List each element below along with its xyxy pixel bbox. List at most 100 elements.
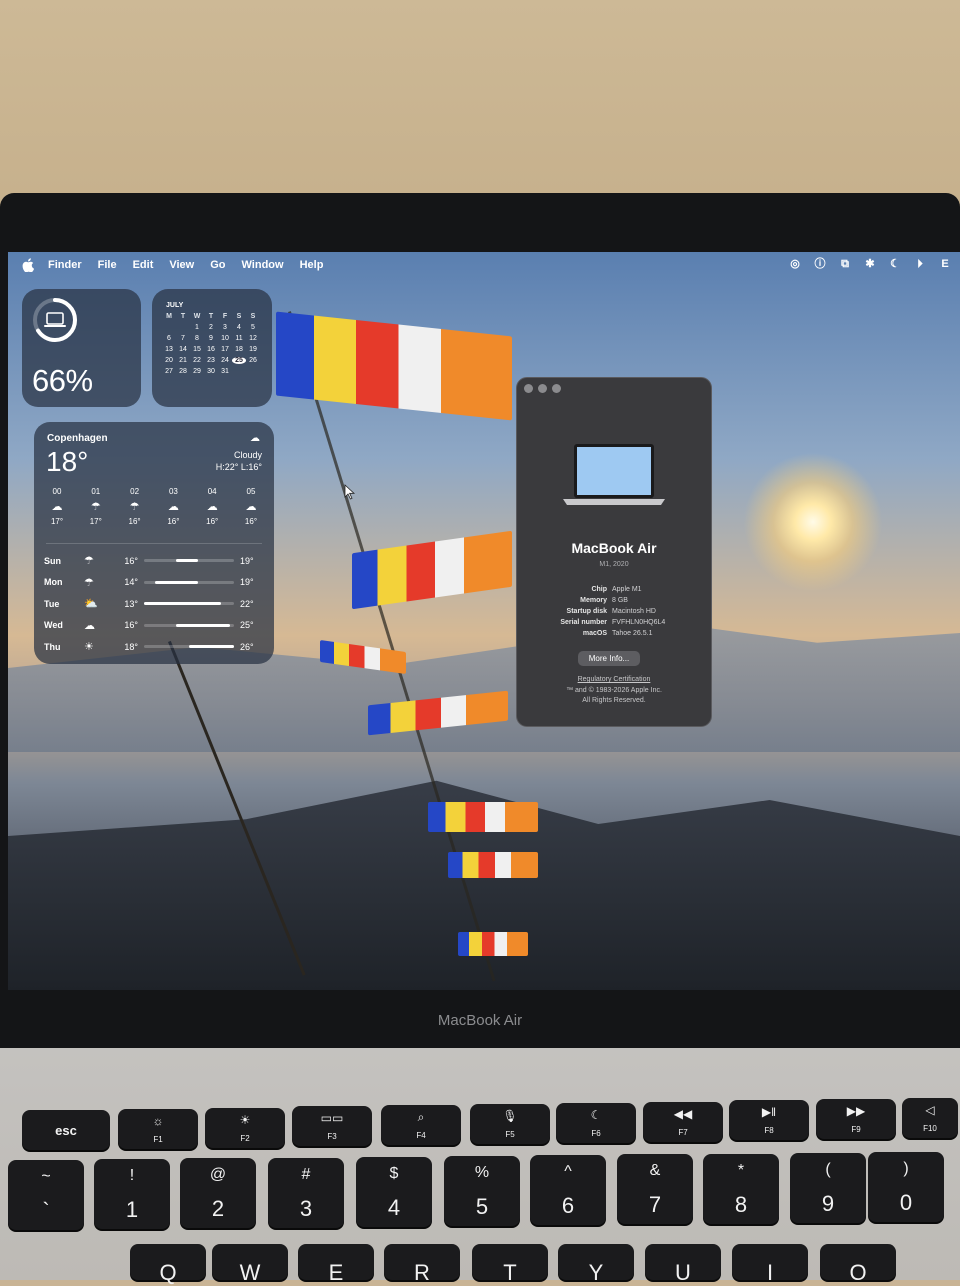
calendar-day[interactable]: 22 xyxy=(190,357,204,364)
chin-label: MacBook Air xyxy=(437,1012,523,1029)
calendar-day[interactable]: 16 xyxy=(204,346,218,353)
calendar-day[interactable]: 9 xyxy=(204,335,218,342)
calendar-day[interactable]: 8 xyxy=(190,335,204,342)
calendar-day[interactable]: 29 xyxy=(190,368,204,375)
calendar-day[interactable]: 15 xyxy=(190,346,204,353)
minimize-button[interactable] xyxy=(538,384,547,393)
calendar-day[interactable]: 20 xyxy=(162,357,176,364)
key-label: F7 xyxy=(678,1127,688,1137)
key-2[interactable]: @2 xyxy=(180,1158,256,1229)
close-button[interactable] xyxy=(524,384,533,393)
key-`[interactable]: ~ ` xyxy=(8,1160,84,1230)
spec-key: Chip xyxy=(591,586,607,593)
key-o[interactable]: O xyxy=(820,1244,896,1285)
calendar-day[interactable]: 7 xyxy=(176,335,190,342)
key-char: W xyxy=(239,1260,261,1285)
fn-key-f9[interactable]: ▶▶ F9 xyxy=(816,1099,896,1140)
calendar-day[interactable]: 30 xyxy=(204,368,218,375)
input-source-icon[interactable]: E xyxy=(938,258,952,270)
esc-key[interactable]: esc xyxy=(22,1110,110,1150)
bluetooth-icon[interactable]: ✱ xyxy=(863,258,877,270)
calendar-day[interactable]: 27 xyxy=(162,368,176,375)
key-shift-char: % xyxy=(474,1164,490,1181)
calendar-day[interactable]: 21 xyxy=(176,357,190,364)
menu-help[interactable]: Help xyxy=(300,259,324,271)
calendar-day[interactable] xyxy=(232,368,246,375)
calendar-day[interactable]: 3 xyxy=(218,324,232,331)
calendar-day[interactable]: 10 xyxy=(218,335,232,342)
model-year: M1, 2020 xyxy=(599,561,629,568)
calendar-day[interactable]: 6 xyxy=(162,335,176,342)
fn-key-f8[interactable]: ▶‖ F8 xyxy=(729,1100,809,1141)
battery-widget[interactable]: 66% xyxy=(22,289,141,407)
spec-key: Memory xyxy=(580,597,607,604)
key-u[interactable]: U xyxy=(645,1244,721,1285)
calendar-today[interactable]: 25 xyxy=(232,357,246,364)
fn-key-f2[interactable]: ☀ F2 xyxy=(205,1107,285,1148)
calendar-day[interactable]: 24 xyxy=(218,357,232,364)
calendar-day[interactable]: 18 xyxy=(232,346,246,353)
menu-finder[interactable]: Finder xyxy=(48,259,82,271)
key-y[interactable]: Y xyxy=(558,1244,634,1285)
fn-key-f1[interactable]: ☼ F1 xyxy=(118,1108,198,1149)
play-icon[interactable]: ⏵ xyxy=(913,258,927,270)
key-4[interactable]: $4 xyxy=(356,1156,432,1227)
menu-window[interactable]: Window xyxy=(242,259,284,271)
key-1[interactable]: ! 1 xyxy=(94,1159,170,1230)
regulatory-link[interactable]: Regulatory Certification xyxy=(517,676,711,683)
calendar-day[interactable]: 17 xyxy=(218,346,232,353)
calendar-day[interactable]: 4 xyxy=(232,324,246,331)
calendar-day[interactable] xyxy=(176,324,190,331)
focus-moon-icon[interactable]: ☾ xyxy=(888,258,902,270)
calendar-day[interactable]: 5 xyxy=(246,324,260,331)
calendar-day[interactable]: 26 xyxy=(246,357,260,364)
menu-go[interactable]: Go xyxy=(210,259,225,271)
calendar-day[interactable]: 12 xyxy=(246,335,260,342)
fn-key-f5[interactable]: 🎙 F5 xyxy=(470,1104,550,1144)
key-w[interactable]: W xyxy=(212,1244,288,1285)
calendar-day[interactable]: 14 xyxy=(176,346,190,353)
a11y-icon[interactable]: ⓘ xyxy=(813,258,827,270)
fn-key-f7[interactable]: ◀◀ F7 xyxy=(643,1101,723,1142)
key-label: F9 xyxy=(851,1125,861,1135)
menu-view[interactable]: View xyxy=(169,259,194,271)
screen-mirroring-icon[interactable]: ◎ xyxy=(788,258,802,270)
calendar-day[interactable]: 1 xyxy=(190,324,204,331)
key-e[interactable]: E xyxy=(298,1244,374,1285)
calendar-day[interactable] xyxy=(162,324,176,331)
calendar-day[interactable]: 13 xyxy=(162,346,176,353)
fn-key-f10[interactable]: ◁ F10 xyxy=(902,1098,958,1138)
calendar-day[interactable]: 2 xyxy=(204,324,218,331)
key-q[interactable]: Q xyxy=(130,1244,206,1285)
calendar-widget[interactable]: JULY M T W T F S S 1 2 3 4 5 6 7 8 9 10 11 12 13 14 15 16 17 18 1… xyxy=(152,289,272,407)
calendar-day[interactable]: 31 xyxy=(218,368,232,375)
fn-key-f3[interactable]: ▭▭ F3 xyxy=(292,1106,372,1147)
key-3[interactable]: #3 xyxy=(268,1157,344,1228)
calendar-day[interactable] xyxy=(246,368,260,375)
fn-key-f4[interactable]: ⌕ F4 xyxy=(381,1105,461,1146)
key-7[interactable]: & 7 xyxy=(617,1154,693,1225)
calendar-day[interactable]: 28 xyxy=(176,368,190,375)
temp-range-bar xyxy=(144,623,234,627)
key-6[interactable]: ^ 6 xyxy=(530,1155,606,1226)
stage-manager-icon[interactable]: ⧉ xyxy=(838,258,852,270)
mouse-cursor-icon xyxy=(344,484,356,500)
menu-edit[interactable]: Edit xyxy=(133,259,154,271)
key-8[interactable]: * 8 xyxy=(703,1153,779,1224)
more-info-button[interactable]: More Info... xyxy=(578,651,640,666)
key-i[interactable]: I xyxy=(732,1244,808,1285)
key-r[interactable]: R xyxy=(384,1244,460,1285)
key-t[interactable]: T xyxy=(472,1244,548,1285)
fn-key-f6[interactable]: ☾ F6 xyxy=(556,1102,636,1143)
zoom-button[interactable] xyxy=(552,384,561,393)
weather-widget[interactable]: Copenhagen 18° ☁ Cloudy H:22° L:16° 00 ☁ 1… xyxy=(34,422,274,664)
key-9[interactable]: (9 xyxy=(790,1152,866,1223)
key-0[interactable]: ) 0 xyxy=(868,1152,944,1222)
rain-icon: ☂ xyxy=(84,555,94,568)
calendar-day[interactable]: 11 xyxy=(232,335,246,342)
menu-file[interactable]: File xyxy=(98,259,117,271)
apple-menu-icon[interactable] xyxy=(22,258,34,272)
calendar-day[interactable]: 23 xyxy=(204,357,218,364)
key-5[interactable]: % 5 xyxy=(444,1156,520,1226)
calendar-day[interactable]: 19 xyxy=(246,346,260,353)
